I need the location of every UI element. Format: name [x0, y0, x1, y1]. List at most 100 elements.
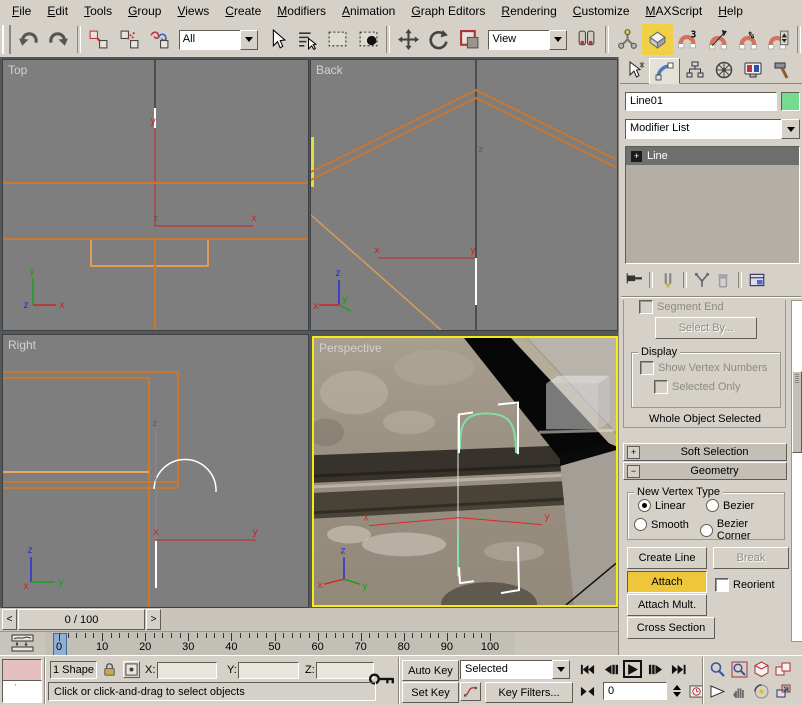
- vertex-type-bezier-corner-radio[interactable]: Bezier Corner: [700, 518, 784, 542]
- object-color-swatch[interactable]: [781, 92, 800, 111]
- menu-edit[interactable]: Edit: [39, 2, 76, 20]
- viewport-top[interactable]: x y z y x z Top: [2, 59, 309, 331]
- radio-icon[interactable]: [634, 518, 647, 531]
- remove-modifier-icon[interactable]: [714, 271, 732, 289]
- menu-modifiers[interactable]: Modifiers: [269, 2, 334, 20]
- z-coord-field[interactable]: [316, 662, 374, 679]
- pin-stack-icon[interactable]: [625, 271, 643, 289]
- select-and-move-icon[interactable]: [393, 24, 423, 55]
- create-line-button[interactable]: Create Line: [627, 547, 707, 569]
- bind-to-space-warp-icon[interactable]: [144, 24, 174, 55]
- key-filter-scope-dropdown[interactable]: Selected: [460, 660, 570, 679]
- current-frame-field[interactable]: 0: [603, 682, 667, 700]
- menu-rendering[interactable]: Rendering: [493, 2, 564, 20]
- menu-group[interactable]: Group: [120, 2, 169, 20]
- select-by-button[interactable]: Select By...: [655, 317, 757, 339]
- attach-button[interactable]: Attach: [627, 571, 707, 593]
- dropdown-arrow-icon[interactable]: [781, 119, 800, 139]
- next-frame-button[interactable]: [646, 661, 665, 678]
- use-pivot-point-center-icon[interactable]: [571, 24, 601, 55]
- track-bar-ruler[interactable]: 0 10 20 30 40 50 60 70 80 90 100: [45, 632, 515, 656]
- checkbox-icon[interactable]: [639, 300, 653, 314]
- zoom-all-icon[interactable]: [729, 659, 749, 679]
- attach-mult-button[interactable]: Attach Mult.: [627, 594, 707, 616]
- y-coord-field[interactable]: [238, 662, 299, 679]
- previous-frame-button[interactable]: [601, 661, 620, 678]
- configure-modifier-sets-icon[interactable]: [748, 271, 766, 289]
- vertex-type-linear-radio[interactable]: Linear: [638, 499, 686, 512]
- key-mode-toggle[interactable]: [578, 683, 597, 700]
- select-and-scale-icon[interactable]: [454, 24, 484, 55]
- selection-filter-dropdown[interactable]: All: [178, 29, 258, 50]
- expand-plus-icon[interactable]: +: [627, 445, 640, 459]
- go-to-start-button[interactable]: [578, 661, 597, 678]
- menu-create[interactable]: Create: [217, 2, 269, 20]
- window-crossing-icon[interactable]: [353, 24, 383, 55]
- go-to-end-button[interactable]: [669, 661, 688, 678]
- pan-view-icon[interactable]: [729, 681, 749, 701]
- time-slider-prev-button[interactable]: <: [2, 609, 17, 630]
- viewport-right[interactable]: z x y z x y Right: [2, 334, 309, 608]
- vertex-type-bezier-radio[interactable]: Bezier: [706, 499, 754, 512]
- spinner-snap-toggle-icon[interactable]: [764, 24, 794, 55]
- scrollbar-thumb[interactable]: [792, 371, 802, 453]
- modifier-stack-line-item[interactable]: + Line: [626, 147, 799, 165]
- select-and-manipulate-icon[interactable]: [612, 24, 642, 55]
- keyboard-shortcut-override-toggle[interactable]: [642, 24, 673, 55]
- vertex-type-smooth-radio[interactable]: Smooth: [634, 518, 689, 531]
- menu-file[interactable]: File: [4, 2, 39, 20]
- menu-tools[interactable]: Tools: [76, 2, 120, 20]
- dropdown-arrow-icon[interactable]: [239, 29, 258, 50]
- geometry-rollout-header[interactable]: − Geometry: [623, 462, 787, 480]
- unlink-selection-icon[interactable]: [114, 24, 144, 55]
- set-key-button[interactable]: Set Key: [402, 682, 459, 703]
- absolute-offset-mode-toggle[interactable]: [123, 661, 140, 678]
- select-by-name-icon[interactable]: [292, 24, 322, 55]
- tab-create-icon[interactable]: [620, 58, 649, 82]
- auto-key-button[interactable]: Auto Key: [402, 660, 459, 681]
- select-and-rotate-icon[interactable]: [424, 24, 454, 55]
- menu-customize[interactable]: Customize: [565, 2, 638, 20]
- percent-snap-toggle-icon[interactable]: %: [733, 24, 763, 55]
- radio-icon[interactable]: [706, 499, 719, 512]
- snaps-toggle-3d-icon[interactable]: 3: [673, 24, 703, 55]
- redo-icon[interactable]: [43, 24, 73, 55]
- menu-graph-editors[interactable]: Graph Editors: [403, 2, 493, 20]
- cross-section-button[interactable]: Cross Section: [627, 617, 715, 639]
- arc-rotate-icon[interactable]: [751, 681, 771, 701]
- tab-utilities-icon[interactable]: [767, 58, 796, 82]
- make-unique-icon[interactable]: [693, 271, 711, 289]
- checkbox-icon[interactable]: [654, 380, 668, 394]
- open-mini-curve-editor-icon[interactable]: [6, 634, 40, 653]
- zoom-icon[interactable]: [707, 659, 727, 679]
- modifier-stack[interactable]: + Line: [625, 146, 800, 264]
- tab-modify-icon[interactable]: [649, 58, 680, 84]
- segment-end-checkbox[interactable]: Segment End: [639, 300, 724, 314]
- tab-hierarchy-icon[interactable]: [680, 58, 709, 82]
- object-name-field[interactable]: Line01: [625, 92, 777, 111]
- stack-expand-icon[interactable]: +: [631, 150, 642, 162]
- tab-display-icon[interactable]: [738, 58, 767, 82]
- zoom-extents-icon[interactable]: [751, 659, 771, 679]
- reorient-checkbox[interactable]: Reorient: [715, 578, 775, 592]
- selected-only-checkbox[interactable]: Selected Only: [654, 380, 740, 394]
- toolbar-handle[interactable]: [2, 25, 11, 54]
- time-slider-next-button[interactable]: >: [146, 609, 161, 630]
- checkbox-icon[interactable]: [715, 578, 729, 592]
- default-in-out-tangents-icon[interactable]: [460, 682, 481, 701]
- radio-icon[interactable]: [700, 523, 713, 537]
- maxscript-mini-listener-white[interactable]: ': [2, 680, 42, 703]
- reference-coordinate-system-dropdown[interactable]: View: [488, 29, 568, 50]
- menu-views[interactable]: Views: [169, 2, 217, 20]
- select-object-icon[interactable]: [262, 24, 292, 55]
- x-coord-field[interactable]: [157, 662, 217, 679]
- rollout-scrollbar[interactable]: [791, 300, 802, 642]
- field-of-view-icon[interactable]: [707, 681, 727, 701]
- selection-lock-icon[interactable]: [101, 660, 118, 679]
- time-slider-thumb[interactable]: 0 / 100: [18, 609, 145, 630]
- break-button[interactable]: Break: [713, 547, 789, 569]
- frame-spinner[interactable]: [670, 682, 683, 700]
- show-vertex-numbers-checkbox[interactable]: Show Vertex Numbers: [640, 361, 767, 375]
- viewport-back[interactable]: x y z z x y Back: [310, 59, 618, 331]
- min-max-toggle-icon[interactable]: [773, 681, 793, 701]
